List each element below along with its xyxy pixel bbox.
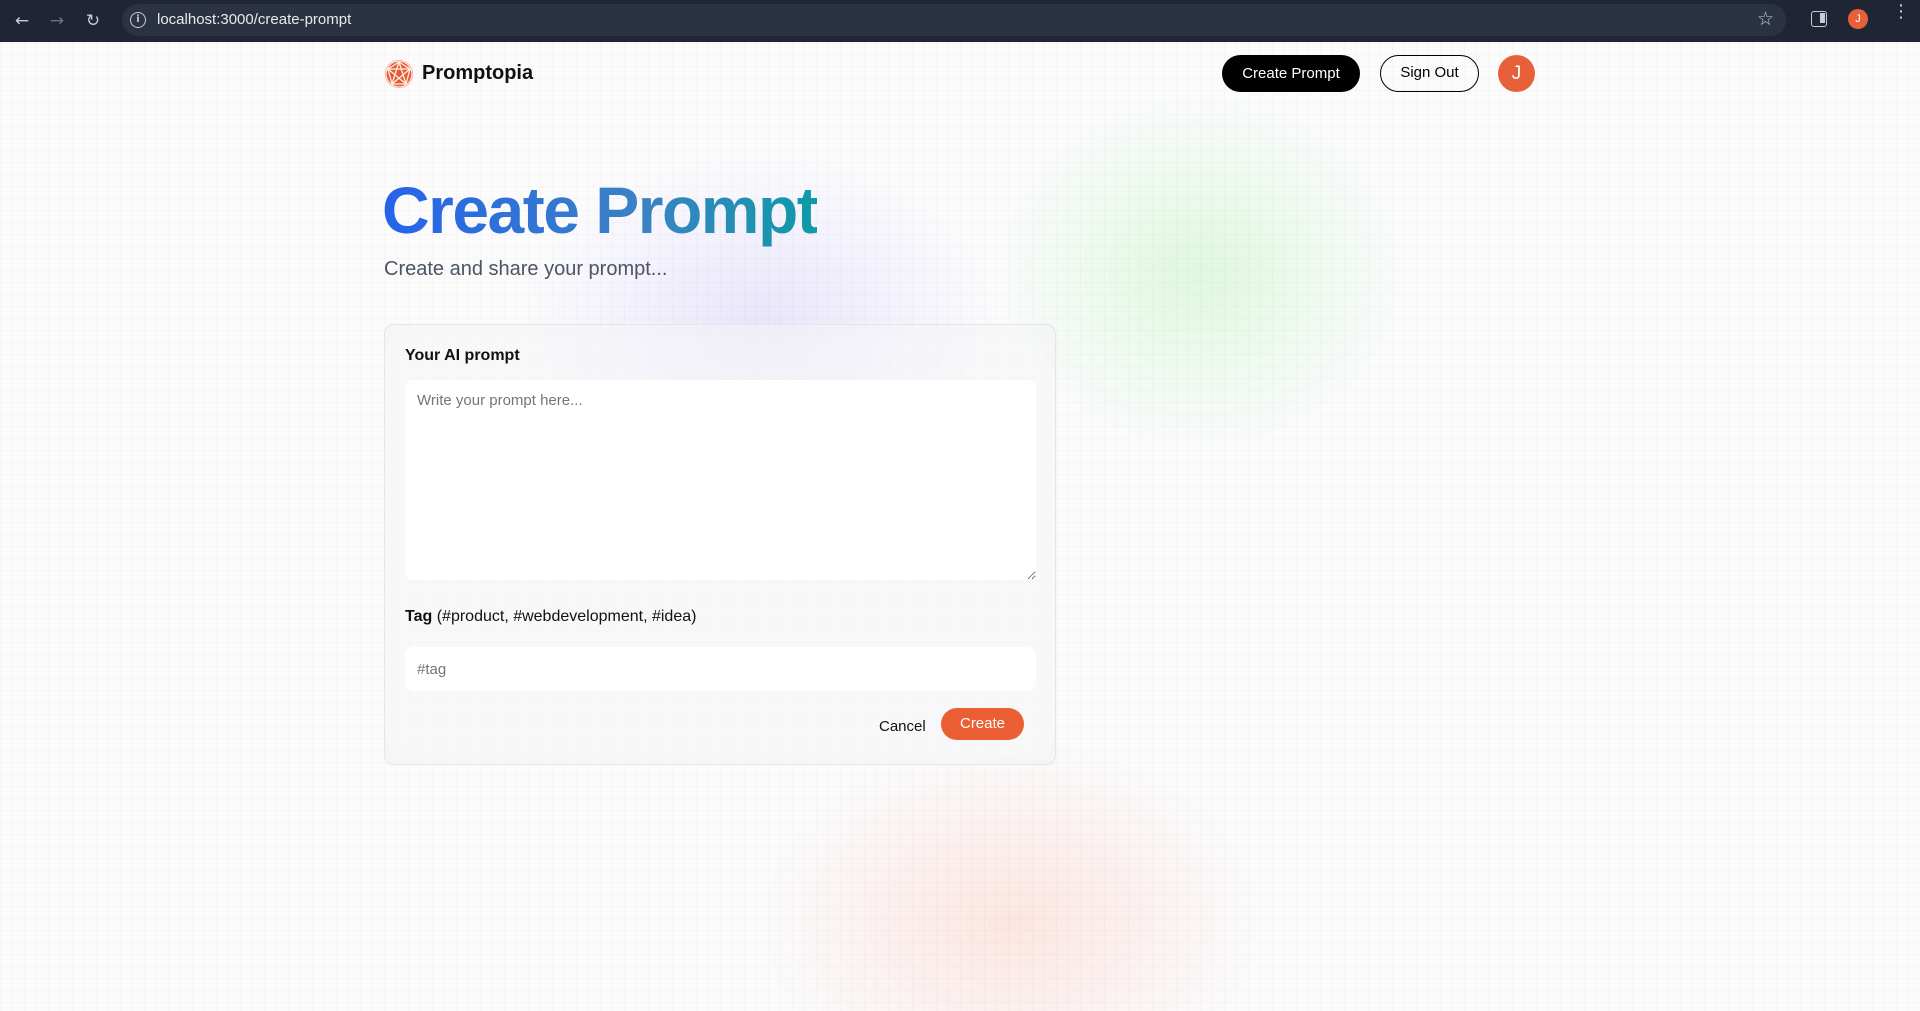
prompt-field-label-text: Your AI prompt bbox=[405, 347, 520, 364]
create-prompt-form: Your AI prompt Tag (#product, #webdevelo… bbox=[384, 324, 1056, 765]
side-panel-icon[interactable] bbox=[1811, 11, 1827, 27]
page-title: Create Prompt bbox=[382, 170, 819, 250]
page-viewport: Promptopia Create Prompt Sign Out J Crea… bbox=[0, 42, 1920, 1011]
address-bar[interactable]: i localhost:3000/create-prompt ☆ bbox=[122, 4, 1786, 36]
reload-icon[interactable]: ↻ bbox=[81, 9, 105, 33]
tag-field-label: Tag (#product, #webdevelopment, #idea) bbox=[405, 608, 696, 626]
browser-toolbar: ← → ↻ i localhost:3000/create-prompt ☆ J… bbox=[0, 0, 1920, 42]
tag-label-hint: (#product, #webdevelopment, #idea) bbox=[436, 608, 697, 625]
page-subtitle: Create and share your prompt... bbox=[384, 258, 668, 280]
brand-name[interactable]: Promptopia bbox=[422, 62, 533, 85]
sign-out-button[interactable]: Sign Out bbox=[1380, 55, 1479, 92]
prompt-field-label: Your AI prompt bbox=[405, 347, 520, 365]
browser-profile-avatar[interactable]: J bbox=[1848, 9, 1868, 29]
address-bar-url[interactable]: localhost:3000/create-prompt bbox=[157, 11, 351, 28]
tag-input[interactable] bbox=[405, 647, 1036, 691]
create-prompt-button[interactable]: Create Prompt bbox=[1222, 55, 1360, 92]
promptopia-logo-icon[interactable] bbox=[384, 59, 414, 89]
tag-label-text: Tag bbox=[405, 608, 433, 625]
forward-arrow-icon[interactable]: → bbox=[45, 9, 69, 33]
browser-menu-icon[interactable]: ⋮ bbox=[1892, 3, 1910, 21]
create-submit-button[interactable]: Create bbox=[941, 708, 1024, 740]
user-avatar[interactable]: J bbox=[1498, 55, 1535, 92]
site-info-icon[interactable]: i bbox=[130, 12, 146, 28]
prompt-textarea[interactable] bbox=[405, 380, 1036, 580]
back-arrow-icon[interactable]: ← bbox=[10, 9, 34, 33]
cancel-link[interactable]: Cancel bbox=[879, 718, 926, 735]
bookmark-star-icon[interactable]: ☆ bbox=[1757, 8, 1774, 30]
